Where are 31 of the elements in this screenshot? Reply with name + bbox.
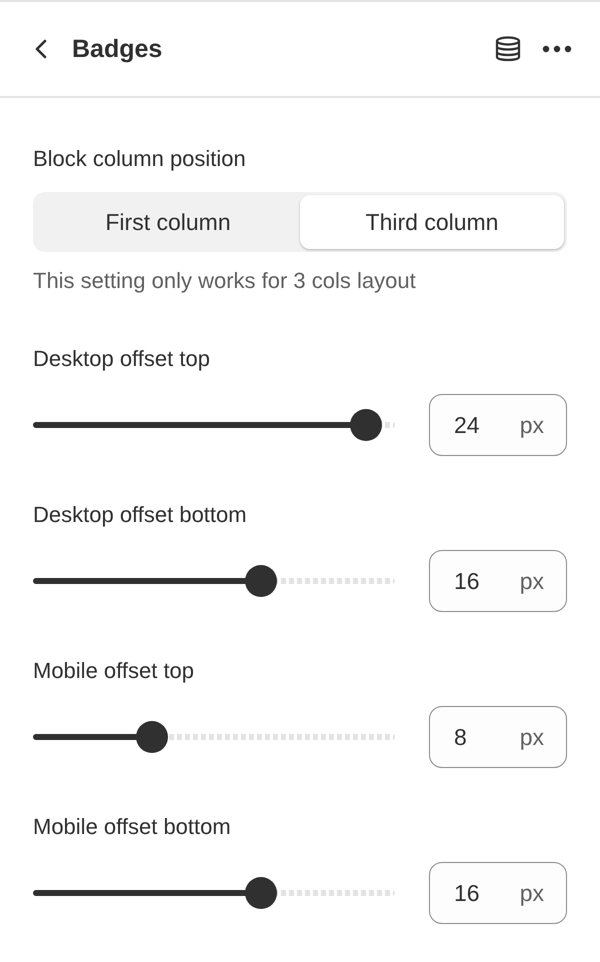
slider-label: Desktop offset top xyxy=(33,345,211,373)
unit-label: px xyxy=(520,880,544,906)
field-label: Block column position xyxy=(33,145,247,173)
field-value: 16 xyxy=(454,880,480,906)
segment-option[interactable]: Third column xyxy=(300,195,564,249)
unit-label: px xyxy=(520,568,544,594)
number-field[interactable]: 8 px xyxy=(429,706,567,768)
segment-option[interactable]: First column xyxy=(36,195,300,249)
unit-label: px xyxy=(520,724,544,750)
field-value: 16 xyxy=(454,568,480,594)
slider-track[interactable] xyxy=(33,890,395,896)
field-value: 8 xyxy=(454,724,467,750)
slider-thumb[interactable] xyxy=(245,565,278,597)
slider-track[interactable] xyxy=(33,578,395,584)
slider-label: Mobile offset top xyxy=(33,657,196,685)
slider-thumb[interactable] xyxy=(245,877,278,909)
help-text: This setting only works for 3 cols layout xyxy=(33,267,417,295)
slider-thumb[interactable] xyxy=(136,721,168,753)
field-value: 24 xyxy=(454,412,480,438)
number-field[interactable]: 16 px xyxy=(429,862,567,924)
slider-label: Desktop offset bottom xyxy=(33,501,248,529)
slider-label: Mobile offset bottom xyxy=(33,813,232,841)
unit-label: px xyxy=(520,412,544,438)
panel-title: Badges xyxy=(72,34,162,64)
number-field[interactable]: 16 px xyxy=(429,550,567,612)
database-icon xyxy=(494,36,522,62)
slider-thumb[interactable] xyxy=(350,409,382,441)
slider-track[interactable] xyxy=(33,734,395,740)
more-icon xyxy=(542,45,572,53)
chevron-left-icon xyxy=(34,38,48,60)
number-field[interactable]: 24 px xyxy=(429,394,567,456)
